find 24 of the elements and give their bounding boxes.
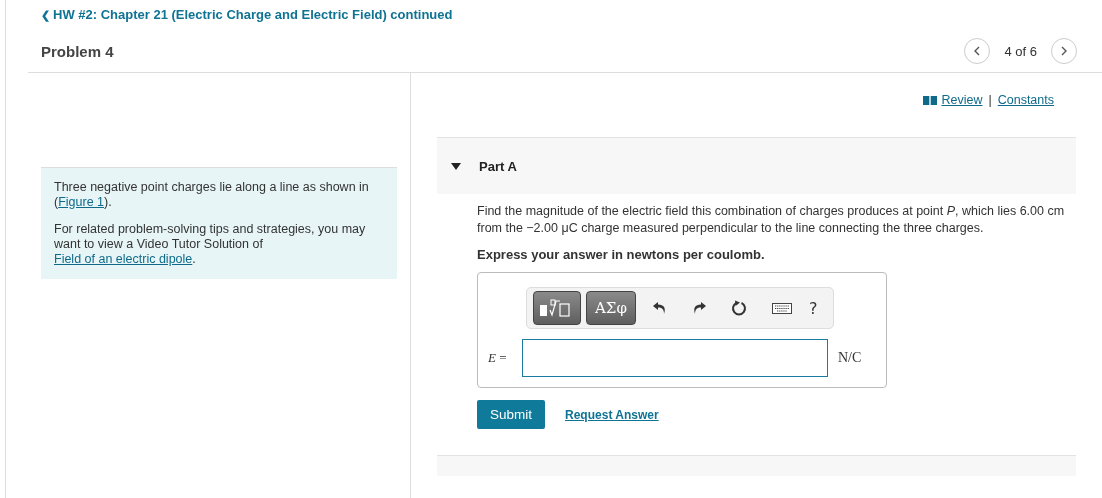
keyboard-icon[interactable] [772, 302, 792, 314]
variable-label: E = [488, 350, 508, 366]
constants-link[interactable]: Constants [997, 93, 1054, 107]
part-header[interactable]: Part A [437, 137, 1076, 194]
figure-link[interactable]: Figure 1 [58, 195, 105, 209]
back-link[interactable]: ❮ HW #2: Chapter 21 (Electric Charge and Electric Field) continued [41, 7, 453, 22]
book-icon [923, 95, 938, 105]
problem-title: Problem 4 [41, 42, 114, 60]
unit-label: N/C [838, 350, 862, 366]
review-link[interactable]: Review [941, 93, 983, 107]
page-counter: 4 of 6 [1004, 43, 1037, 59]
request-answer-link[interactable]: Request Answer [565, 407, 659, 422]
separator: | [988, 93, 992, 107]
tip-text: For related problem-solving tips and strategies, you may want to view a Video Tutor Solution of Field of an electric dipole. [54, 222, 367, 267]
intro-text: Three negative point charges lie along a line as shown in (Figure 1). [54, 180, 370, 210]
instruction-text: Express your answer in newtons per coulomb. [477, 247, 766, 262]
templates-button[interactable] [533, 291, 581, 325]
submit-button[interactable]: Submit [477, 400, 546, 429]
question-text: Find the magnitude of the electric field this combination of charges produces at point P, which lies 6.00 cm from the −2.00 μC charge measured perpendicular to the line connecting the three charges. [477, 203, 1066, 237]
part-title: Part A [479, 158, 517, 174]
symbols-button[interactable]: ΑΣφ [586, 291, 636, 325]
answer-field[interactable] [522, 339, 828, 377]
help-button[interactable]: ? [805, 298, 822, 318]
reset-icon[interactable] [731, 300, 747, 316]
